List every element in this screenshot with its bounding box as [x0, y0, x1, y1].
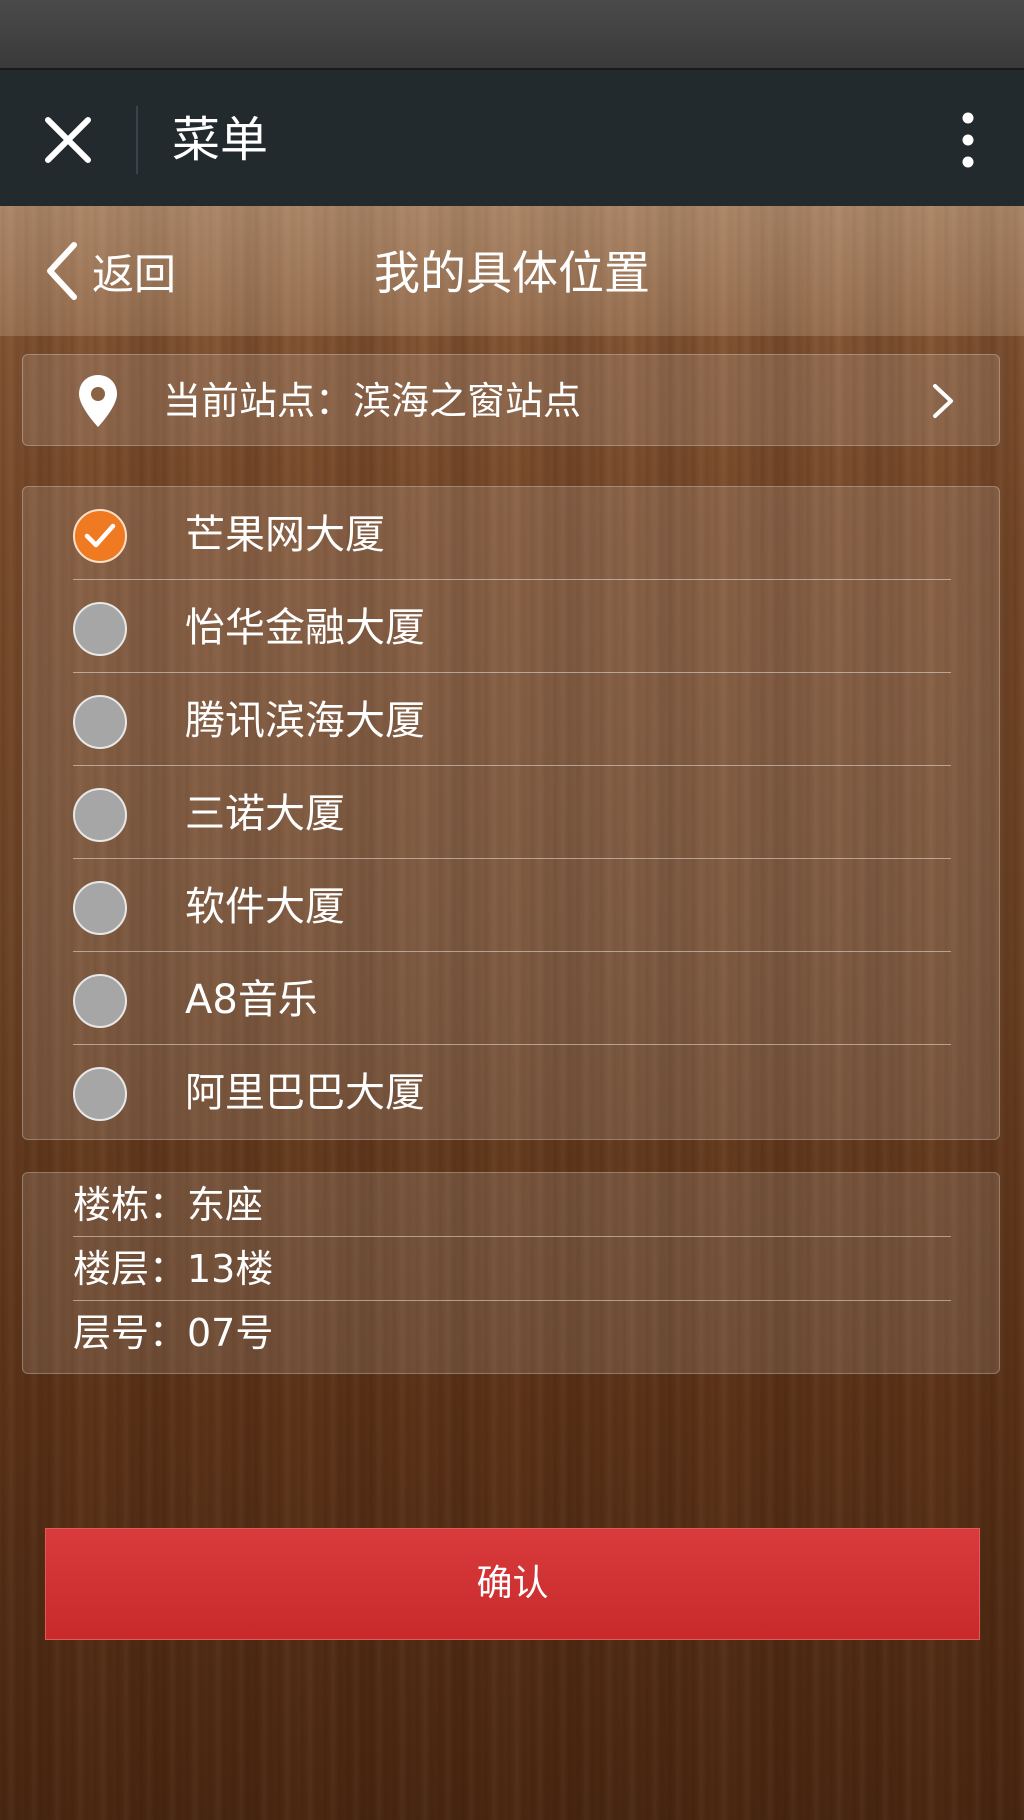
radio-unchecked[interactable] — [73, 788, 127, 842]
more-menu-button[interactable] — [940, 106, 996, 174]
location-pin-icon — [79, 375, 117, 427]
radio-checked[interactable] — [73, 509, 127, 563]
building-label: 阿里巴巴大厦 — [185, 1070, 425, 1116]
building-option-6[interactable]: 阿里巴巴大厦 — [73, 1045, 951, 1138]
detail-room: 层号：07号 — [73, 1311, 274, 1355]
nav-bar: 返回 我的具体位置 — [0, 206, 1024, 336]
building-option-5[interactable]: A8音乐 — [73, 952, 951, 1045]
confirm-button[interactable]: 确认 — [45, 1528, 980, 1640]
radio-unchecked[interactable] — [73, 974, 127, 1028]
status-bar — [0, 0, 1024, 70]
building-option-3[interactable]: 三诺大厦 — [73, 766, 951, 859]
current-station-row[interactable]: 当前站点：滨海之窗站点 — [22, 354, 1000, 446]
building-label: 腾讯滨海大厦 — [185, 698, 425, 744]
close-button[interactable] — [40, 112, 96, 168]
radio-unchecked[interactable] — [73, 695, 127, 749]
current-station-label: 当前站点：滨海之窗站点 — [163, 379, 582, 423]
building-option-1[interactable]: 怡华金融大厦 — [73, 580, 951, 673]
building-label: 三诺大厦 — [185, 791, 345, 837]
chevron-right-icon — [933, 384, 953, 418]
content-area: 返回 我的具体位置 当前站点：滨海之窗站点 芒果网大厦 怡华金融大厦 腾讯滨海大… — [0, 206, 1024, 1820]
detail-building: 楼栋：东座 — [73, 1173, 951, 1237]
radio-unchecked[interactable] — [73, 881, 127, 935]
more-vertical-icon — [962, 112, 974, 168]
building-label: A8音乐 — [185, 977, 318, 1023]
building-label: 芒果网大厦 — [185, 512, 385, 558]
building-label: 怡华金融大厦 — [185, 605, 425, 651]
app-title: 菜单 — [172, 112, 269, 168]
building-list: 芒果网大厦 怡华金融大厦 腾讯滨海大厦 三诺大厦 软件大厦 A8音乐 阿里巴巴大… — [22, 486, 1000, 1140]
page-title: 我的具体位置 — [374, 246, 650, 300]
detail-floor: 楼层：13楼 — [73, 1237, 951, 1301]
close-icon — [45, 117, 91, 163]
building-option-0[interactable]: 芒果网大厦 — [73, 487, 951, 580]
check-icon — [84, 523, 116, 548]
radio-unchecked[interactable] — [73, 1067, 127, 1121]
app-bar-divider — [136, 106, 138, 174]
location-details: 楼栋：东座 楼层：13楼 层号：07号 — [22, 1172, 1000, 1374]
building-option-2[interactable]: 腾讯滨海大厦 — [73, 673, 951, 766]
app-bar: 菜单 — [0, 70, 1024, 206]
building-option-4[interactable]: 软件大厦 — [73, 859, 951, 952]
radio-unchecked[interactable] — [73, 602, 127, 656]
building-label: 软件大厦 — [185, 884, 345, 930]
